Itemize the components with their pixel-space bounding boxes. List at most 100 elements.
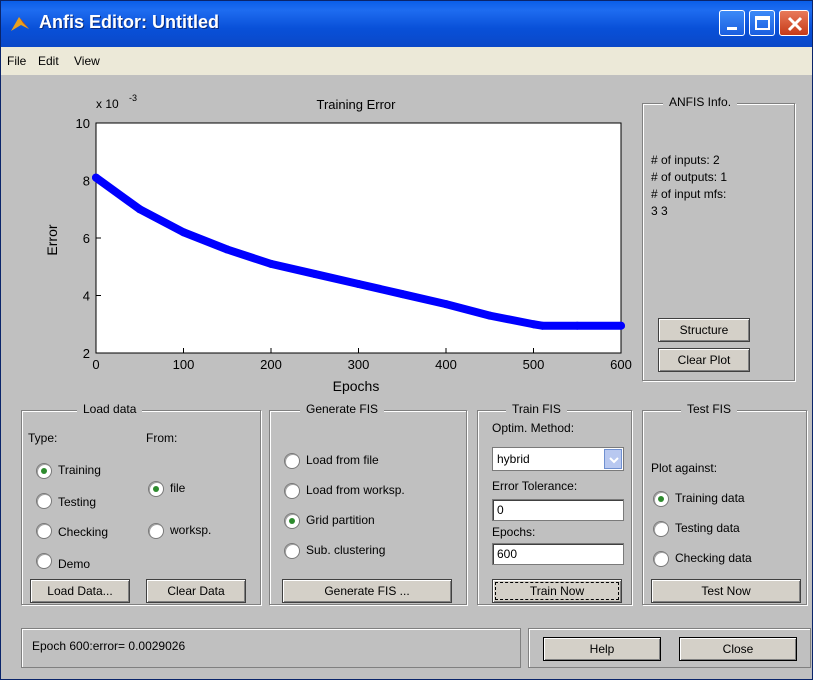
radio-training[interactable] [36,463,52,479]
x-tick-label: 0 [92,357,99,372]
x-tick-label: 300 [348,357,370,372]
radio-training-data-label: Training data [675,491,745,505]
training-error-point [135,205,144,214]
status-text: Epoch 600:error= 0.0029026 [32,639,186,653]
plot-axes-box [95,122,622,354]
train-fis-group: Train FIS Optim. Method: hybrid Error To… [477,402,632,605]
minimize-button[interactable] [719,10,745,36]
menu-file[interactable]: File [7,54,26,68]
train-fis-title: Train FIS [506,402,567,416]
training-error-point [485,311,494,320]
training-error-point [354,280,363,288]
training-error-point [267,259,275,268]
from-label: From: [146,431,178,445]
info-mfs-values: 3 3 [651,204,668,218]
training-error-point [92,173,100,182]
radio-from-workspace-label: worksp. [170,523,212,537]
radio-training-label: Training [58,463,101,477]
close-window-button[interactable] [779,10,809,36]
radio-from-workspace[interactable] [148,523,164,539]
test-fis-title: Test FIS [681,402,738,416]
radio-training-data[interactable] [653,491,669,507]
info-inputs: # of inputs: 2 [651,153,720,167]
x-tick-label: 500 [523,357,545,372]
radio-load-from-file-label: Load from file [306,453,379,467]
training-error-point [179,228,188,237]
radio-checking-label: Checking [58,525,109,539]
optim-method-select[interactable]: hybrid [492,447,624,471]
radio-load-from-workspace-label: Load from worksp. [306,483,405,497]
load-data-group: Load data Type: From: Training Testing C… [21,402,261,605]
maximize-icon [755,16,770,30]
y-tick-label: 6 [83,231,90,246]
training-error-point [573,321,582,330]
close-button[interactable]: Close [679,637,797,661]
menu-edit[interactable]: Edit [38,54,59,68]
training-error-point [223,245,232,254]
generate-fis-button[interactable]: Generate FIS ... [282,579,452,603]
y-tick-label: 4 [83,289,90,304]
plot-xlabel: Epochs [333,378,380,394]
radio-demo-label: Demo [58,557,91,571]
plot-exponent-prefix: x 10 [96,97,119,111]
menu-view[interactable]: View [74,54,100,68]
load-data-title: Load data [77,402,143,416]
radio-grid-partition[interactable] [284,513,300,529]
x-tick-label: 200 [260,357,282,372]
anfis-info-frame: ANFIS Info. # of inputs: 2 # of outputs:… [642,95,795,381]
training-error-point [310,269,319,278]
radio-testing[interactable] [36,493,52,509]
maximize-button[interactable] [749,10,775,36]
minimize-icon [727,27,737,30]
radio-demo[interactable] [36,553,52,569]
radio-from-file[interactable] [148,481,164,497]
y-tick-label: 10 [76,116,90,131]
x-tick-label: 600 [610,357,632,372]
structure-button[interactable]: Structure [658,318,750,342]
test-fis-group: Test FIS Plot against: Training data Tes… [642,402,807,605]
type-label: Type: [28,431,58,445]
radio-testing-data[interactable] [653,521,669,537]
select-arrow[interactable] [604,449,622,469]
training-error-plot: Training Error Epochs Error x 10 -3 0 100… [44,93,632,394]
generate-fis-group: Generate FIS Load from file Load from wo… [269,402,467,605]
footer-buttons: Help Close [528,628,811,668]
help-button[interactable]: Help [543,637,661,661]
epochs-input[interactable]: 600 [492,543,624,565]
radio-sub-clustering[interactable] [284,543,300,559]
radio-testing-label: Testing [58,495,97,509]
radio-load-from-workspace[interactable] [284,483,300,499]
radio-testing-data-label: Testing data [675,521,740,535]
training-error-point [529,320,538,329]
radio-checking[interactable] [36,523,52,539]
window-title: Anfis Editor: Untitled [39,12,219,32]
optim-method-label: Optim. Method: [492,421,575,435]
load-data-button[interactable]: Load Data... [30,579,130,603]
y-tick-label: 2 [83,346,90,361]
y-tick-label: 8 [83,174,90,189]
anfis-info-text: # of inputs: 2 # of outputs: 1 # of inpu… [651,152,727,220]
generate-fis-title: Generate FIS [300,402,385,416]
plot-area: Training Error Epochs Error x 10 -3 0 100… [1,75,812,395]
info-outputs: # of outputs: 1 [651,170,728,184]
plot-against-label: Plot against: [651,461,718,475]
clear-plot-button[interactable]: Clear Plot [658,348,750,372]
title-bar[interactable]: Anfis Editor: Untitled [1,1,812,47]
training-error-point [538,321,547,330]
radio-load-from-file[interactable] [284,453,300,469]
radio-from-file-label: file [170,481,186,495]
plot-exponent: -3 [129,93,137,103]
train-now-button[interactable]: Train Now [492,579,622,603]
radio-checking-data[interactable] [653,551,669,567]
training-error-point [617,321,625,330]
plot-ylabel: Error [44,224,60,255]
plot-title: Training Error [317,97,397,112]
anfis-editor-window: Anfis Editor: Untitled File Edit View Tr… [0,0,813,680]
clear-data-button[interactable]: Clear Data [146,579,246,603]
training-error-point [442,300,450,309]
x-tick-label: 100 [173,357,195,372]
test-now-button[interactable]: Test Now [651,579,801,603]
training-error-point [398,290,407,299]
epochs-label: Epochs: [492,525,536,539]
error-tolerance-input[interactable]: 0 [492,499,624,521]
